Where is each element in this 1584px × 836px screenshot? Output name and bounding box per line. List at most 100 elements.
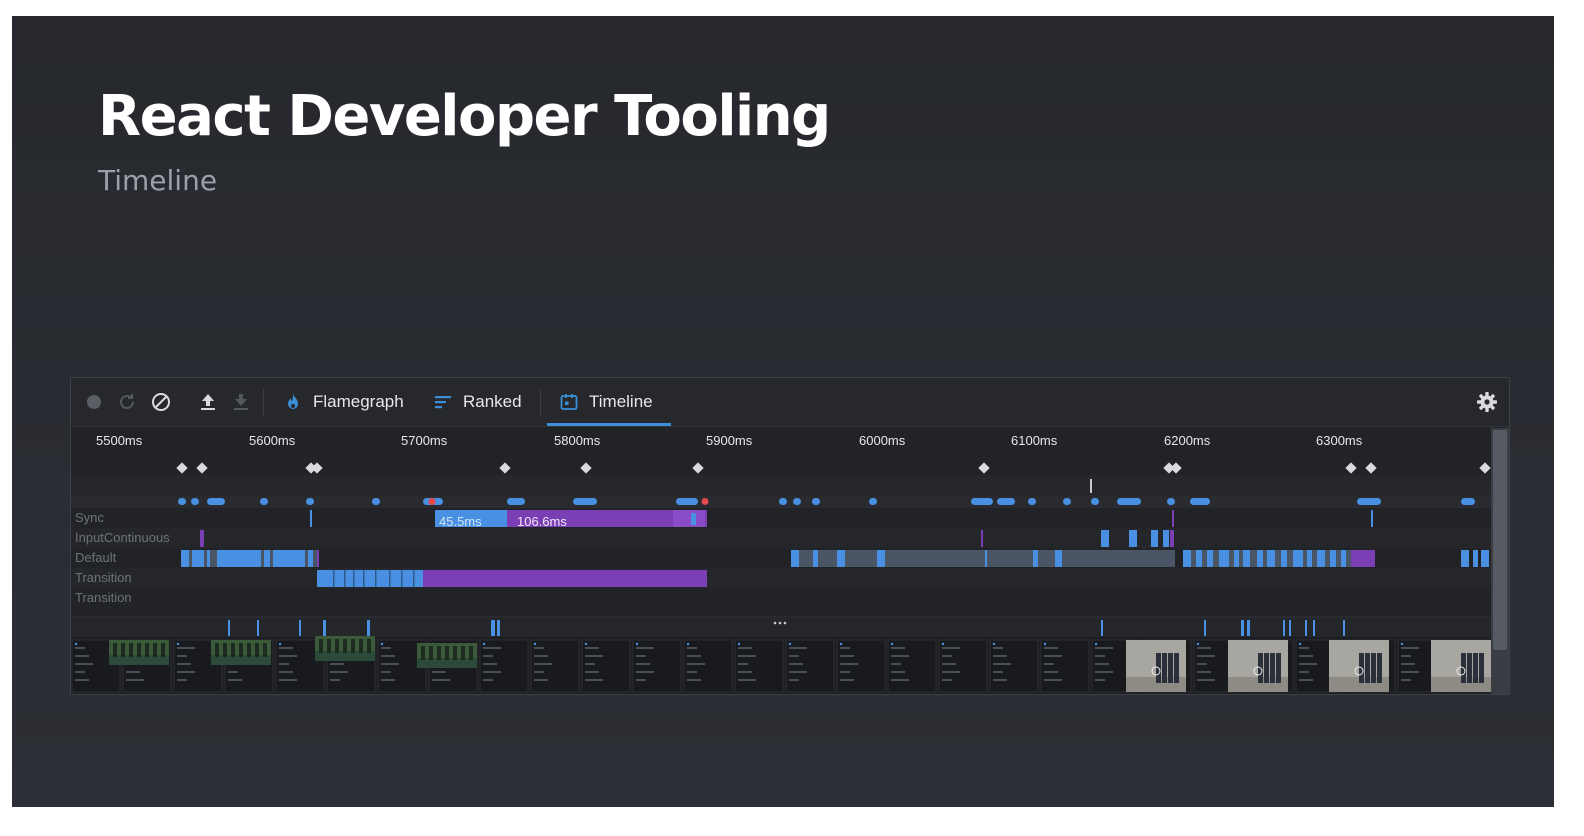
render-block [264,550,270,567]
render-block [181,550,189,567]
thumbnail-line [228,679,242,681]
measure-label: 45.5ms [439,514,482,529]
thumbnail-line [279,671,293,673]
screenshot-photo [1228,640,1288,692]
resize-handle[interactable] [773,621,787,625]
block-divider [401,570,403,587]
render-block [1163,530,1169,547]
clear-button[interactable] [149,390,173,414]
thumbnail-line [687,679,701,681]
thumbnail-line [483,647,501,649]
thumbnail-line [534,655,548,657]
commit-block [981,530,983,547]
thumbnail-line [891,679,909,681]
gear-icon [1477,392,1497,412]
photo-figure [255,643,259,657]
save-profile-button[interactable] [229,390,253,414]
thumbnail-line [789,663,803,665]
vertical-scrollbar[interactable] [1491,428,1509,694]
thumbnail-line [1299,679,1313,681]
thumbnail-line [636,647,654,649]
commit-block [200,530,204,547]
settings-button[interactable] [1475,390,1499,414]
block-divider [353,570,355,587]
photo-figure [461,646,465,660]
reload-and-profile-button[interactable] [115,390,139,414]
reload-icon [120,394,134,409]
thumbnail-line [381,671,391,673]
commit-block [317,550,319,567]
thumbnail-line [126,679,144,681]
render-block [791,550,799,567]
commit-block [1172,510,1174,527]
screenshot-thumbnail [1040,639,1090,693]
selected-tab-indicator [547,423,671,426]
scrollbar-thumb[interactable] [1493,430,1507,650]
thumbnail-line [891,663,901,665]
photo-figure [215,643,219,657]
thumbnail-line [1197,663,1207,665]
thumbnail-line [585,655,603,657]
photo-figure [367,639,371,653]
photo-figure [1473,653,1478,683]
thumbnail-line [483,663,497,665]
load-profile-button[interactable] [196,390,220,414]
tab-flamegraph-label: Flamegraph [313,392,404,411]
thumbnail-line [534,663,552,665]
photo-figure [129,643,133,657]
screenshot-thumbnail [683,639,733,693]
render-block [192,550,204,567]
thumbnail-line [687,671,697,673]
thumbnail-line [1299,663,1317,665]
render-block [1033,550,1038,567]
screenshot-thumbnail [479,639,529,693]
render-block [1293,550,1303,567]
thumbnail-dot [635,642,639,646]
commit-dot [1190,498,1210,505]
thumbnail-line [1197,647,1211,649]
thumbnail-line [636,655,646,657]
thumbnail-line [381,647,391,649]
lane-label: Transition [75,570,132,585]
render-block [1055,550,1062,567]
thumbnail-line [534,647,544,649]
thumbnail-line [891,671,905,673]
thumbnail-line [1401,663,1415,665]
render-block [317,570,423,587]
render-block [1129,530,1137,547]
photo-figure [469,646,473,660]
render-block [1207,550,1213,567]
thumbnail-dot [1400,642,1404,646]
thumbnail-line [1197,679,1215,681]
toolbar-separator [540,388,541,416]
screenshot-photo [315,636,375,661]
lane-transition [71,588,1491,608]
lane-sync [71,508,1491,528]
thumbnail-line [942,679,952,681]
measure-label: 106.6ms [517,514,567,529]
thumbnail-line [177,679,187,681]
commit-dot [178,498,186,505]
thumbnail-line [840,647,850,649]
tab-ranked[interactable]: Ranked [433,386,522,418]
lane-label: Sync [75,510,104,525]
thumbnail-line [585,647,599,649]
thumbnail-line [993,647,1003,649]
commit-dot [997,498,1015,505]
thumbnail-line [789,679,799,681]
thumbnail-line [891,655,909,657]
commit-dot [507,498,525,505]
thumbnail-line [1401,679,1411,681]
record-icon [87,395,101,409]
tab-timeline[interactable]: Timeline [559,386,653,418]
thumbnail-line [1095,679,1105,681]
commit-dot [260,498,268,505]
timeline-canvas[interactable]: Sync InputContinuous Default Transition … [71,427,1491,695]
error-marker [701,498,709,505]
profiler-toolbar: Flamegraph Ranked Timeline [71,378,1509,427]
thumbnail-line [1299,647,1309,649]
commit-block [423,570,707,587]
screenshot-thumbnail [989,639,1039,693]
tab-flamegraph[interactable]: Flamegraph [283,386,404,418]
record-button[interactable] [82,390,106,414]
